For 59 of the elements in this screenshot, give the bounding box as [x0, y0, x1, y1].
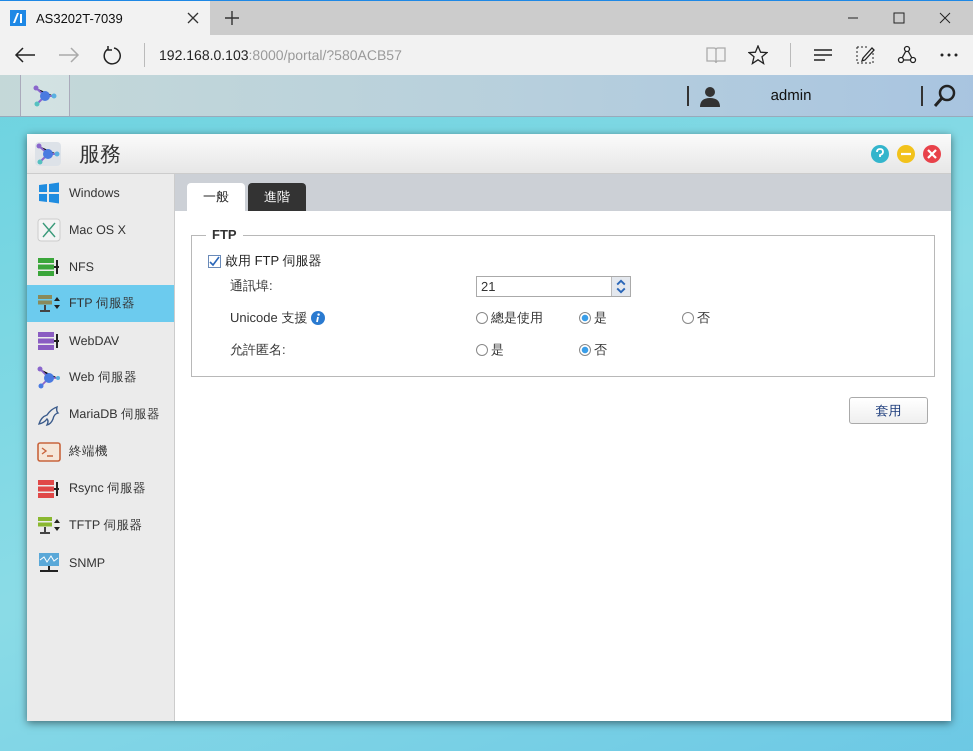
tab-title: AS3202T-7039 — [36, 10, 123, 26]
sidebar-item[interactable]: Web 伺服器 — [27, 359, 174, 396]
sidebar-item[interactable]: NFS — [27, 248, 174, 285]
radio-option[interactable]: 總是使用 — [476, 309, 579, 327]
sidebar-item[interactable]: Windows — [27, 174, 174, 211]
terminal-icon — [37, 440, 61, 464]
sidebar-item[interactable]: Rsync 伺服器 — [27, 470, 174, 507]
radio-option[interactable]: 否 — [682, 309, 785, 327]
radio-option[interactable]: 是 — [476, 341, 579, 359]
sidebar-item[interactable]: Mac OS X — [27, 211, 174, 248]
spinner-arrows-icon[interactable] — [611, 276, 630, 296]
checkbox[interactable] — [208, 254, 221, 268]
radio-button[interactable] — [682, 312, 694, 324]
refresh-icon[interactable] — [102, 45, 122, 65]
more-icon[interactable] — [939, 52, 959, 58]
apply-button[interactable]: 套用 — [849, 397, 928, 424]
sidebar-item[interactable]: 終端機 — [27, 433, 174, 470]
back-icon[interactable] — [14, 46, 36, 64]
sidebar-item[interactable]: TFTP 伺服器 — [27, 507, 174, 544]
info-icon[interactable] — [311, 311, 326, 325]
radio-button[interactable] — [476, 312, 488, 324]
port-field[interactable]: 21 — [476, 276, 631, 296]
search-icon[interactable] — [933, 84, 957, 108]
window-title: 服務 — [79, 142, 121, 168]
user-name[interactable]: admin — [731, 87, 851, 104]
sidebar-item[interactable]: WebDAV — [27, 322, 174, 359]
radio-button[interactable] — [579, 312, 591, 324]
network-icon — [37, 366, 61, 390]
tab[interactable]: 進階 — [248, 183, 306, 211]
radio-option[interactable]: 是 — [579, 309, 682, 327]
tab[interactable]: 一般 — [187, 183, 245, 211]
new-tab-icon[interactable] — [224, 10, 240, 26]
services-button[interactable] — [20, 75, 70, 116]
monitor-icon — [37, 550, 61, 574]
sidebar-item[interactable]: FTP 伺服器 — [27, 285, 174, 322]
field-label: Unicode 支援 — [230, 309, 308, 327]
fieldset-legend: FTP — [206, 227, 243, 242]
x-icon — [37, 218, 61, 242]
port-label: 通訊埠: — [230, 277, 274, 295]
field-label: 允許匿名: — [230, 341, 286, 359]
radio-button[interactable] — [476, 344, 488, 356]
pen-icon[interactable] — [855, 45, 875, 65]
radio-option[interactable]: 否 — [579, 341, 682, 359]
browser-tab[interactable]: AS3202T-7039 — [0, 1, 210, 35]
close-icon[interactable] — [186, 11, 200, 25]
radio-button[interactable] — [579, 344, 591, 356]
share-icon[interactable] — [897, 45, 917, 65]
maximize-icon[interactable] — [893, 12, 905, 24]
network-icon — [32, 84, 58, 108]
checkbox-label: 啟用 FTP 伺服器 — [225, 252, 322, 270]
windows-icon — [37, 180, 61, 204]
app-logo-icon — [10, 10, 26, 26]
sidebar-item[interactable]: MariaDB 伺服器 — [27, 396, 174, 433]
menu-icon[interactable] — [813, 47, 833, 63]
close-icon[interactable] — [939, 12, 951, 24]
sidebar-item[interactable]: SNMP — [27, 544, 174, 581]
user-icon — [699, 84, 721, 106]
services-icon — [35, 142, 61, 166]
star-icon[interactable] — [748, 45, 768, 65]
